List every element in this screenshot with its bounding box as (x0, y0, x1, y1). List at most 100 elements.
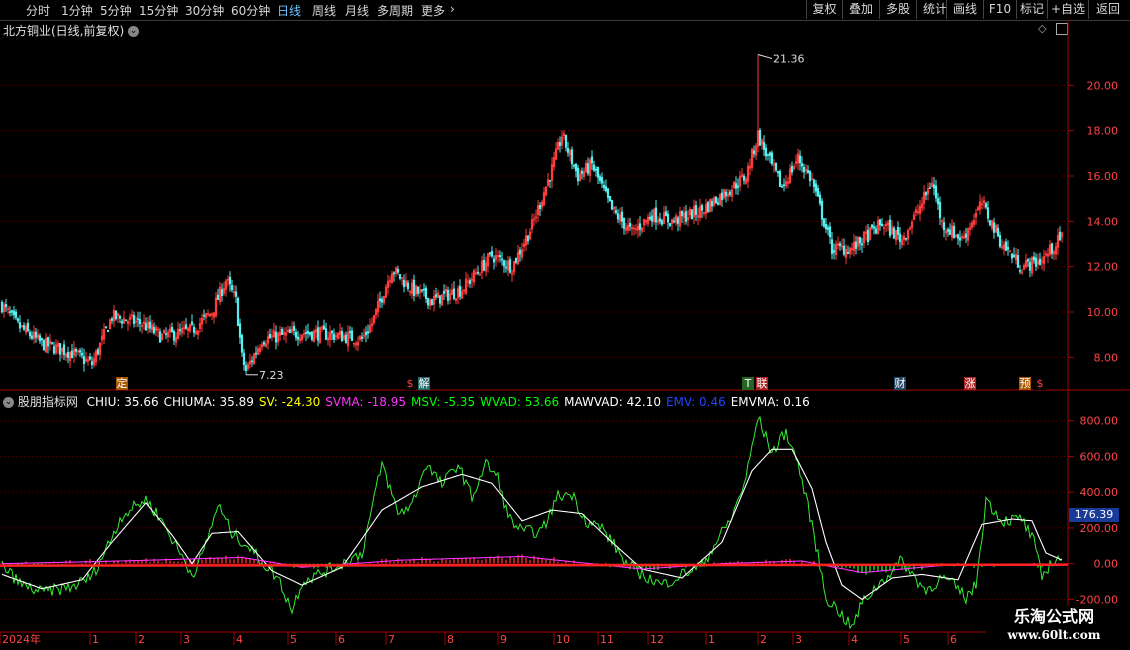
candle-body (778, 171, 782, 187)
candle-body (426, 297, 430, 306)
indicator-value-6: MAWVAD: 42.10 (564, 395, 661, 409)
candle-body (620, 211, 624, 222)
candle-body (538, 205, 542, 209)
indicator-value-3: SVMA: -18.95 (325, 395, 407, 409)
candle-body (880, 223, 884, 227)
candle-body (874, 228, 878, 234)
candle-body (1004, 241, 1008, 251)
candle-body (666, 213, 670, 223)
candle-body (782, 184, 786, 187)
month-label-10: 10 (556, 633, 570, 646)
candle-body (998, 235, 1002, 247)
candle-body (330, 330, 334, 334)
price-tick-label-6: 20.00 (1087, 79, 1119, 92)
candle-body (604, 186, 608, 192)
candle-body (504, 266, 508, 269)
high-pointer (757, 54, 773, 59)
candle-body (332, 333, 336, 340)
indicator-value-8: EMVMA: 0.16 (730, 395, 810, 409)
candle-body (80, 352, 84, 356)
candle-body (476, 271, 480, 274)
candle-body (170, 327, 174, 333)
ind-tick-label-5: 800.00 (1080, 415, 1119, 428)
candle-body (424, 287, 428, 299)
candle-body (88, 356, 92, 360)
candle-body (566, 147, 570, 153)
candle-body (694, 205, 698, 215)
candle-body (406, 282, 410, 290)
month-label-6: 6 (338, 633, 345, 646)
candle-body (216, 294, 220, 301)
candle-body (586, 163, 590, 174)
stock-chart[interactable]: 8.0010.0012.0014.0016.0018.0020.0021.367… (0, 0, 1130, 650)
candle-body (608, 196, 612, 202)
candle-body (752, 150, 756, 154)
candle-body (1034, 257, 1038, 267)
candle-body (614, 210, 618, 213)
candle-body (502, 260, 506, 267)
candle-body (310, 331, 314, 340)
candle-body (664, 211, 668, 217)
ind-tick-label-4: 600.00 (1080, 450, 1119, 463)
candle-body (78, 350, 82, 353)
candle-body (236, 297, 240, 327)
ind-tick-label-3: 400.00 (1080, 486, 1119, 499)
zero-baseline (0, 563, 1069, 567)
candle-body (492, 258, 496, 263)
indicator-header: ⌄ 股朋指标网 CHIU: 35.66 CHIUMA: 35.89 SV: -24.… (3, 393, 810, 410)
candle-body (416, 286, 420, 294)
candle-body (984, 203, 988, 208)
candle-body (90, 361, 94, 366)
candle-body (714, 196, 718, 204)
candle-body (274, 331, 278, 343)
indicator-value-2: SV: -24.30 (258, 395, 321, 409)
candle-body (148, 321, 152, 329)
candle-body (178, 329, 182, 331)
candle-body (820, 200, 824, 220)
candle-body (482, 259, 486, 271)
candle-body (838, 243, 842, 247)
candle-body (904, 237, 908, 240)
candle-body (230, 285, 234, 291)
candle-body (220, 289, 224, 296)
watermark-title: 乐淘公式网 (1013, 607, 1094, 626)
chevron-down-icon[interactable]: ⌄ (3, 397, 14, 408)
candle-body (308, 332, 312, 335)
candle-body (70, 350, 74, 359)
candle-body (14, 311, 18, 318)
candle-body (268, 333, 272, 339)
candle-body (118, 315, 122, 319)
candle-body (816, 188, 820, 197)
series-line-wvad (1, 415, 1063, 630)
candle-body (776, 170, 780, 174)
candle-body (592, 164, 596, 171)
candle-body (676, 217, 680, 224)
event-marker: $ (407, 377, 414, 390)
candle-body (814, 183, 818, 192)
candle-body (1012, 254, 1016, 258)
low-label: 7.23 (259, 369, 284, 382)
candle-body (304, 332, 308, 334)
candle-body (66, 352, 70, 358)
candle-body (870, 224, 874, 228)
candle-body (250, 360, 254, 363)
candle-body (366, 331, 370, 334)
candle-body (254, 352, 258, 355)
candle-body (1058, 231, 1062, 241)
candle-body (468, 280, 472, 284)
candle-body (136, 318, 140, 320)
candle-body (710, 201, 714, 207)
candle-body (244, 365, 248, 371)
event-marker: $ (1037, 377, 1044, 390)
candle-body (488, 252, 492, 255)
candle-body (1006, 247, 1010, 250)
candle-body (242, 352, 246, 365)
candle-body (1018, 269, 1022, 272)
candle-body (498, 255, 502, 258)
candle-body (144, 323, 148, 331)
candle-body (564, 134, 568, 148)
candle-body (720, 192, 724, 200)
candle-body (936, 198, 940, 205)
candle-body (1038, 258, 1042, 265)
candle-body (768, 152, 772, 156)
